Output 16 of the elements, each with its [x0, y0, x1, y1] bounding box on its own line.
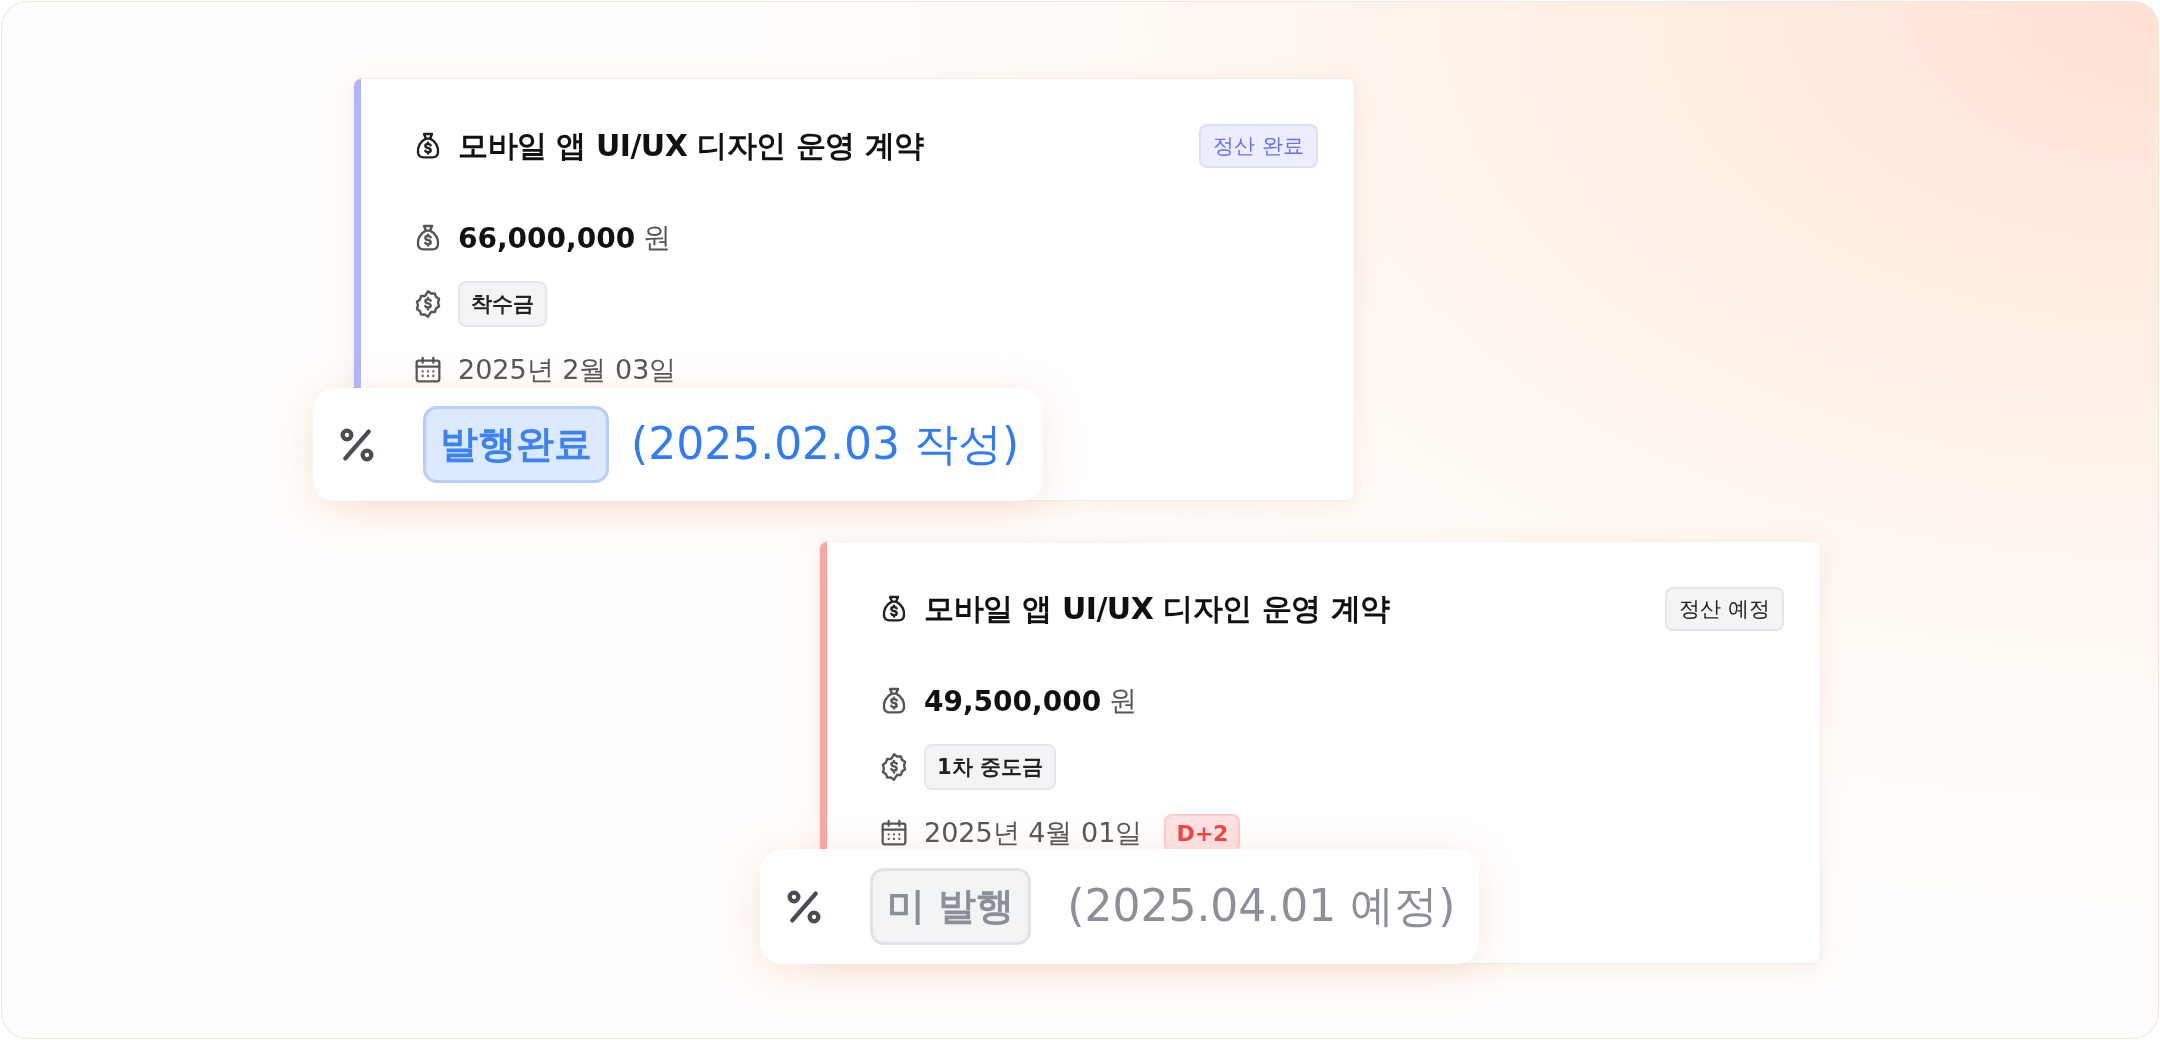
payment-date: 2025년 4월 01일: [924, 816, 1143, 850]
contract-title: 모바일 앱 UI/UX 디자인 운영 계약: [924, 589, 1391, 628]
status-badge: 정산 완료: [1199, 124, 1318, 168]
amount-value: 66,000,000: [458, 221, 636, 255]
amount-value: 49,500,000: [924, 684, 1102, 718]
invoice-status-badge: 발행완료: [423, 406, 609, 483]
invoice-date-note: (2025.02.03 작성): [631, 417, 1020, 471]
payment-type-tag: 착수금: [458, 281, 547, 327]
payment-type-tag: 1차 중도금: [924, 744, 1056, 790]
invoice-status-badge: 미 발행: [870, 868, 1032, 945]
payment-date: 2025년 2월 03일: [458, 353, 677, 387]
invoice-date-note: (2025.04.01 예정): [1067, 879, 1456, 933]
status-badge: 정산 예정: [1665, 587, 1784, 631]
contract-title: 모바일 앱 UI/UX 디자인 운영 계약: [458, 126, 925, 165]
currency-unit: 원: [643, 220, 672, 256]
currency-unit: 원: [1109, 683, 1138, 719]
